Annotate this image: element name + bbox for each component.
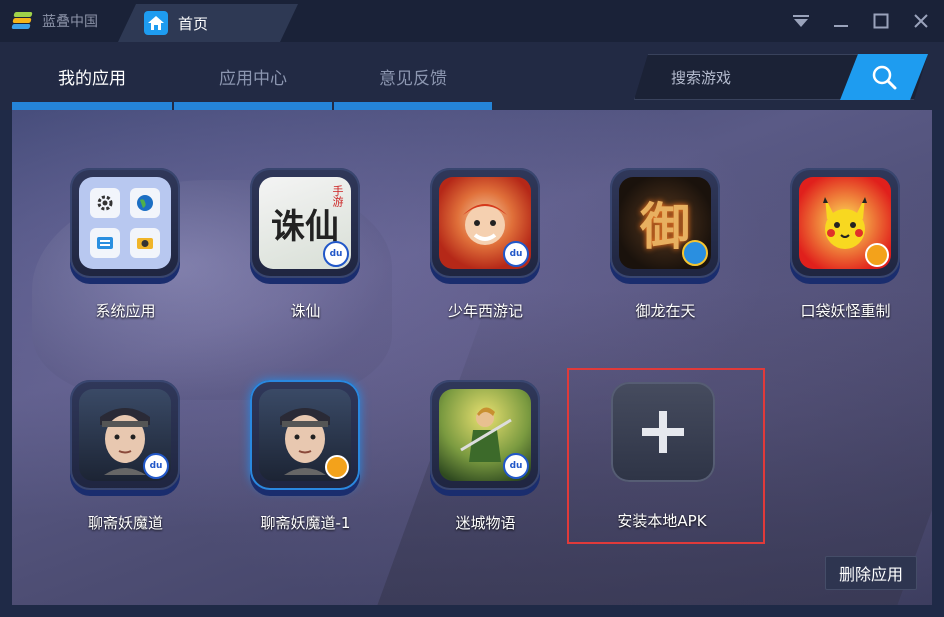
app-label: 迷城物语 (455, 514, 516, 532)
yulong-zaitian-icon: 御 (619, 177, 711, 269)
baidu-badge-icon: du (503, 241, 529, 267)
app-label: 聊斋妖魔道 (87, 514, 163, 532)
zhuxian-logo-small: 手游 (331, 185, 344, 207)
tab-feedback[interactable]: 意见反馈 (334, 42, 492, 110)
plus-icon (642, 411, 684, 453)
tab-underline (12, 102, 172, 110)
app-system-apps[interactable]: 系统应用 (48, 168, 188, 348)
search-input[interactable] (669, 65, 863, 91)
app-icon-frame: du (430, 168, 540, 278)
app-icon-frame (250, 380, 360, 490)
my-apps-panel: 系统应用 诛仙 手游 du 诛仙 du 少年西游记 御 御龙在天 口袋妖怪重制 … (12, 110, 932, 605)
app-name: 蓝叠中国 (42, 14, 98, 30)
app-label: 诛仙 (290, 302, 321, 320)
close-icon[interactable] (908, 8, 934, 34)
tab-my-apps-label: 我的应用 (58, 68, 126, 89)
pocket-monster-icon (799, 177, 891, 269)
liaozhai-1-icon (259, 389, 351, 481)
app-micheng-wuyu[interactable]: du 迷城物语 (408, 380, 548, 560)
tab-app-center[interactable]: 应用中心 (174, 42, 332, 110)
app-label: 御龙在天 (635, 302, 696, 320)
home-icon (144, 11, 168, 35)
app-yulong-zaitian[interactable]: 御 御龙在天 (588, 168, 728, 348)
install-apk-label: 安装本地APK (617, 512, 707, 530)
duck-badge-icon (325, 455, 349, 479)
app-label: 聊斋妖魔道-1 (260, 514, 351, 532)
app-liaozhai[interactable]: du 聊斋妖魔道 (48, 380, 188, 560)
tab-my-apps[interactable]: 我的应用 (12, 42, 172, 110)
app-icon-frame (70, 168, 180, 278)
app-icon-frame: du (430, 380, 540, 490)
maximize-icon[interactable] (868, 8, 894, 34)
globe-icon (130, 188, 160, 218)
search-icon (871, 64, 897, 90)
shaonian-xiyouji-icon: du (439, 177, 531, 269)
zhuxian-icon: 诛仙 手游 du (259, 177, 351, 269)
baidu-badge-icon: du (503, 453, 529, 479)
minimize-icon[interactable] (828, 8, 854, 34)
tab-feedback-label: 意见反馈 (379, 68, 447, 89)
home-tab-label: 首页 (178, 14, 209, 33)
nav-bar: 我的应用 应用中心 意见反馈 (0, 42, 944, 110)
app-icon-frame: 诛仙 手游 du (250, 168, 360, 278)
micheng-wuyu-icon: du (439, 389, 531, 481)
app-label: 少年西游记 (447, 302, 523, 320)
app-icon-frame (790, 168, 900, 278)
app-label: 系统应用 (95, 302, 156, 320)
app-icon-frame: du (70, 380, 180, 490)
app-icon-frame: 御 (610, 168, 720, 278)
app-zhuxian[interactable]: 诛仙 手游 du 诛仙 (228, 168, 368, 348)
settings-icon (90, 188, 120, 218)
install-apk-button[interactable] (611, 382, 715, 482)
camera-icon (130, 228, 160, 258)
app-liaozhai-1[interactable]: 聊斋妖魔道-1 (228, 380, 368, 560)
liaozhai-icon: du (79, 389, 171, 481)
file-manager-icon (90, 228, 120, 258)
delete-apps-button[interactable]: 删除应用 (825, 556, 917, 590)
baidu-badge-icon: du (323, 241, 349, 267)
tab-underline (174, 102, 332, 110)
duck-badge-icon (865, 243, 889, 267)
tab-app-center-label: 应用中心 (219, 68, 287, 89)
tencent-badge-icon (682, 240, 708, 266)
tab-home[interactable]: 首页 (118, 4, 298, 42)
app-pocket-monster[interactable]: 口袋妖怪重制 (768, 168, 908, 348)
dropdown-menu-icon[interactable] (788, 8, 814, 34)
app-label: 口袋妖怪重制 (800, 302, 891, 320)
tab-underline (334, 102, 492, 110)
app-shaonian-xiyouji[interactable]: du 少年西游记 (408, 168, 548, 348)
baidu-badge-icon: du (143, 453, 169, 479)
title-bar: 蓝叠中国 首页 (0, 0, 944, 42)
bluestacks-logo-icon (11, 12, 34, 30)
app-brand: 蓝叠中国 (0, 0, 130, 42)
system-apps-icon (79, 177, 171, 269)
